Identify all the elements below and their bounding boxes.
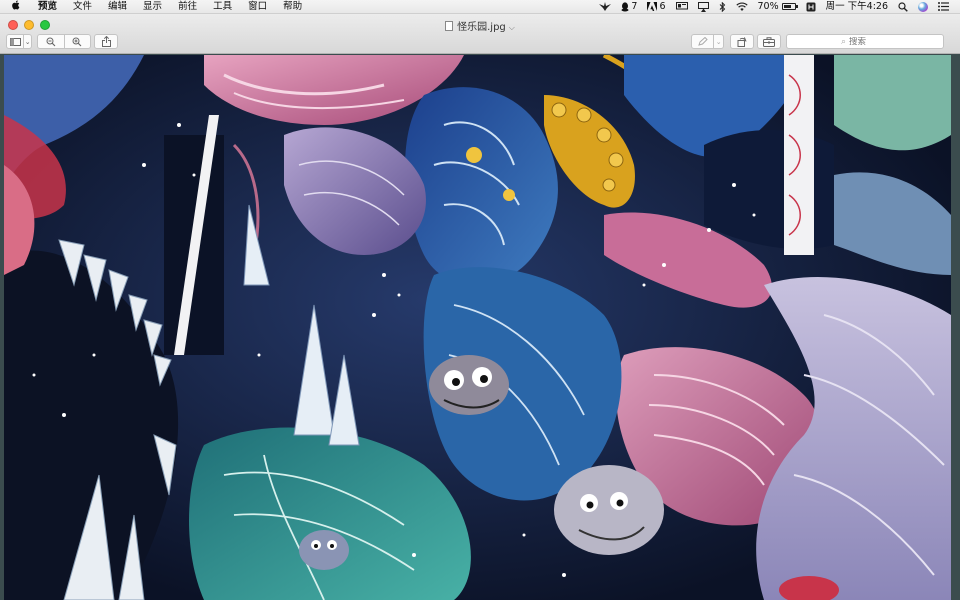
markup-chevron-icon: ⌄ <box>713 35 723 48</box>
search-field[interactable]: ⌕ <box>786 34 944 49</box>
bird-status-icon[interactable] <box>594 2 616 11</box>
battery-icon <box>781 3 798 10</box>
zoom-out-icon <box>46 37 56 46</box>
bluetooth-icon[interactable] <box>714 1 731 12</box>
window-title-area[interactable]: 怪乐园.jpg ⌵ <box>0 18 960 33</box>
sidebar-icon <box>7 35 23 48</box>
airplay-icon[interactable] <box>693 1 714 12</box>
sidebar-chevron-icon: ⌄ <box>23 35 31 48</box>
share-icon <box>101 36 111 47</box>
menu-file[interactable]: 文件 <box>65 0 100 14</box>
battery-status[interactable]: 70% <box>753 0 801 14</box>
title-chevron-icon[interactable]: ⌵ <box>509 23 515 32</box>
markup-toolbar-button[interactable] <box>757 34 781 49</box>
sidebar-view-button[interactable]: ⌄ <box>6 34 32 49</box>
menu-help[interactable]: 帮助 <box>275 0 310 14</box>
menu-tools[interactable]: 工具 <box>205 0 240 14</box>
qq-icon <box>621 1 629 11</box>
menu-view[interactable]: 显示 <box>135 0 170 14</box>
window-title: 怪乐园.jpg <box>457 22 506 33</box>
zoom-in-icon <box>72 37 82 46</box>
clock[interactable]: 周一 下午4:26 <box>821 0 893 14</box>
rotate-button[interactable] <box>730 34 754 49</box>
menu-preview[interactable]: 预览 <box>30 0 65 14</box>
battery-fill <box>783 5 791 8</box>
toolbar: ⌄ ⌄ ⌕ 搜索 <box>0 34 960 51</box>
wifi-icon[interactable] <box>731 2 753 11</box>
menu-bar: 预览 文件 编辑 显示 前往 工具 窗口 帮助 7 6 70% 周一 下午4:2… <box>0 0 960 14</box>
display-icon[interactable] <box>671 2 693 11</box>
adobe-icon <box>647 2 658 11</box>
spotlight-icon[interactable] <box>893 1 913 12</box>
pen-icon <box>692 35 713 48</box>
qq-status-item[interactable]: 7 <box>616 0 642 14</box>
notification-count: 7 <box>631 0 638 12</box>
zoom-in-button[interactable] <box>63 35 90 48</box>
image-canvas[interactable] <box>4 55 951 600</box>
menu-window[interactable]: 窗口 <box>240 0 275 14</box>
title-bar[interactable]: 怪乐园.jpg ⌵ ⌄ ⌄ ⌕ 搜索 <box>0 14 960 54</box>
menu-go[interactable]: 前往 <box>170 0 205 14</box>
input-method-icon[interactable] <box>801 2 821 12</box>
apple-menu-icon[interactable] <box>0 0 30 13</box>
siri-icon[interactable] <box>913 1 933 12</box>
notification-center-icon[interactable] <box>933 2 954 11</box>
adobe-status-item[interactable]: 6 <box>642 0 670 14</box>
markup-button[interactable]: ⌄ <box>691 34 724 49</box>
zoom-out-button[interactable] <box>38 35 64 48</box>
battery-percent: 70% <box>757 0 779 12</box>
toolbox-icon <box>763 36 775 47</box>
search-input[interactable] <box>849 36 890 47</box>
rotate-icon <box>737 36 747 47</box>
painting-image <box>4 55 951 600</box>
preview-window: 怪乐园.jpg ⌵ ⌄ ⌄ ⌕ 搜索 <box>0 14 960 600</box>
document-icon <box>445 21 454 31</box>
adobe-count: 6 <box>659 0 666 12</box>
share-button[interactable] <box>94 34 118 49</box>
search-icon: ⌕ <box>840 36 847 47</box>
status-area: 7 6 70% 周一 下午4:26 <box>594 0 960 14</box>
menu-edit[interactable]: 编辑 <box>100 0 135 14</box>
zoom-controls <box>37 34 91 49</box>
